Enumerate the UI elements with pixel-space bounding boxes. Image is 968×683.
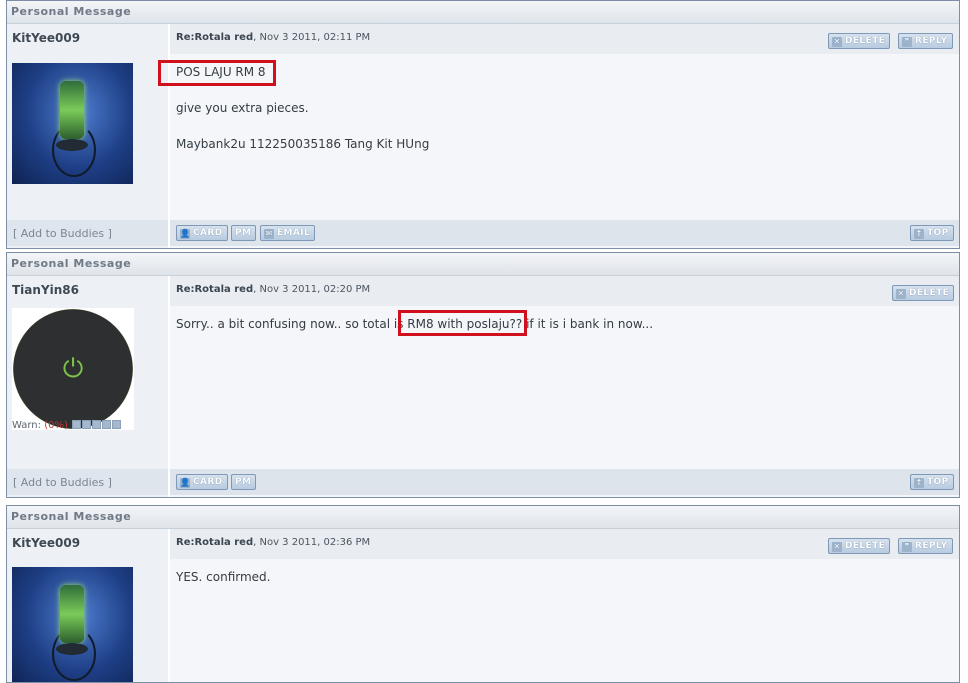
avatar — [12, 63, 133, 184]
highlight-box — [398, 310, 527, 336]
avatar: ⏻ — [12, 308, 134, 430]
username[interactable]: KitYee009 — [12, 31, 80, 45]
post-timestamp: , Nov 3 2011, 02:11 PM — [253, 32, 371, 43]
reply-button[interactable]: ❞ REPLY — [898, 538, 953, 554]
post-content: Re:Rotala red, Nov 3 2011, 02:20 PM ✕ DEL… — [168, 276, 959, 497]
post-timestamp: , Nov 3 2011, 02:36 PM — [253, 537, 371, 548]
post-header: Personal Message — [7, 1, 959, 24]
top-arrow-icon: ↑ — [914, 478, 924, 488]
message-line: Maybank2u 112250035186 Tang Kit HUng — [176, 137, 430, 151]
post-subject[interactable]: Re:Rotala red — [176, 32, 253, 43]
author-column: TianYin86 ⏻ Warn: (0%) — [7, 276, 168, 497]
post-subject[interactable]: Re:Rotala red — [176, 284, 253, 295]
card-person-icon: 👤 — [180, 229, 191, 239]
pm-button[interactable]: PM — [231, 474, 257, 490]
post-meta: Re:Rotala red, Nov 3 2011, 02:20 PM — [176, 284, 370, 295]
delete-button[interactable]: ✕ DELETE — [828, 538, 891, 554]
email-button[interactable]: ✉ EMAIL — [260, 225, 316, 241]
top-arrow-icon: ↑ — [914, 229, 924, 239]
username[interactable]: TianYin86 — [12, 283, 79, 297]
email-envelope-icon: ✉ — [264, 229, 274, 239]
reply-quote-icon: ❞ — [902, 542, 912, 552]
reply-quote-icon: ❞ — [902, 37, 912, 47]
post-content: Re:Rotala red, Nov 3 2011, 02:36 PM ✕ DEL… — [168, 529, 959, 682]
delete-button[interactable]: ✕ DELETE — [828, 33, 891, 49]
card-button[interactable]: 👤 CARD — [176, 474, 228, 490]
delete-x-icon: ✕ — [832, 542, 842, 552]
post-1: Personal Message KitYee009 Re:Rotala red… — [6, 0, 960, 249]
pm-button[interactable]: PM — [231, 225, 257, 241]
post-2: Personal Message TianYin86 ⏻ Warn: (0%) … — [6, 252, 960, 498]
delete-button[interactable]: ✕ DELETE — [892, 285, 955, 301]
post-meta: Re:Rotala red, Nov 3 2011, 02:36 PM — [176, 537, 370, 548]
add-to-buddies-link[interactable]: [ Add to Buddies ] — [13, 227, 112, 240]
post-3: Personal Message KitYee009 Re:Rotala red… — [6, 505, 960, 683]
post-header: Personal Message — [7, 253, 959, 276]
post-meta: Re:Rotala red, Nov 3 2011, 02:11 PM — [176, 32, 370, 43]
card-button[interactable]: 👤 CARD — [176, 225, 228, 241]
author-column: KitYee009 — [7, 24, 168, 248]
reply-button[interactable]: ❞ REPLY — [898, 33, 953, 49]
post-content: Re:Rotala red, Nov 3 2011, 02:11 PM ✕ DEL… — [168, 24, 959, 248]
author-column: KitYee009 — [7, 529, 168, 682]
add-to-buddies-link[interactable]: [ Add to Buddies ] — [13, 476, 112, 489]
avatar — [12, 567, 133, 682]
post-timestamp: , Nov 3 2011, 02:20 PM — [253, 284, 371, 295]
post-subject[interactable]: Re:Rotala red — [176, 537, 253, 548]
message-line: give you extra pieces. — [176, 101, 309, 115]
warn-level: Warn: (0%) — [12, 420, 122, 431]
top-button[interactable]: ↑ TOP — [910, 225, 954, 241]
post-header: Personal Message — [7, 506, 959, 529]
message-line: YES. confirmed. — [176, 570, 271, 584]
card-person-icon: 👤 — [180, 478, 191, 488]
highlight-box — [158, 60, 276, 86]
delete-x-icon: ✕ — [832, 37, 842, 47]
power-icon: ⏻ — [62, 354, 84, 384]
delete-x-icon: ✕ — [896, 289, 906, 299]
username[interactable]: KitYee009 — [12, 536, 80, 550]
top-button[interactable]: ↑ TOP — [910, 474, 954, 490]
